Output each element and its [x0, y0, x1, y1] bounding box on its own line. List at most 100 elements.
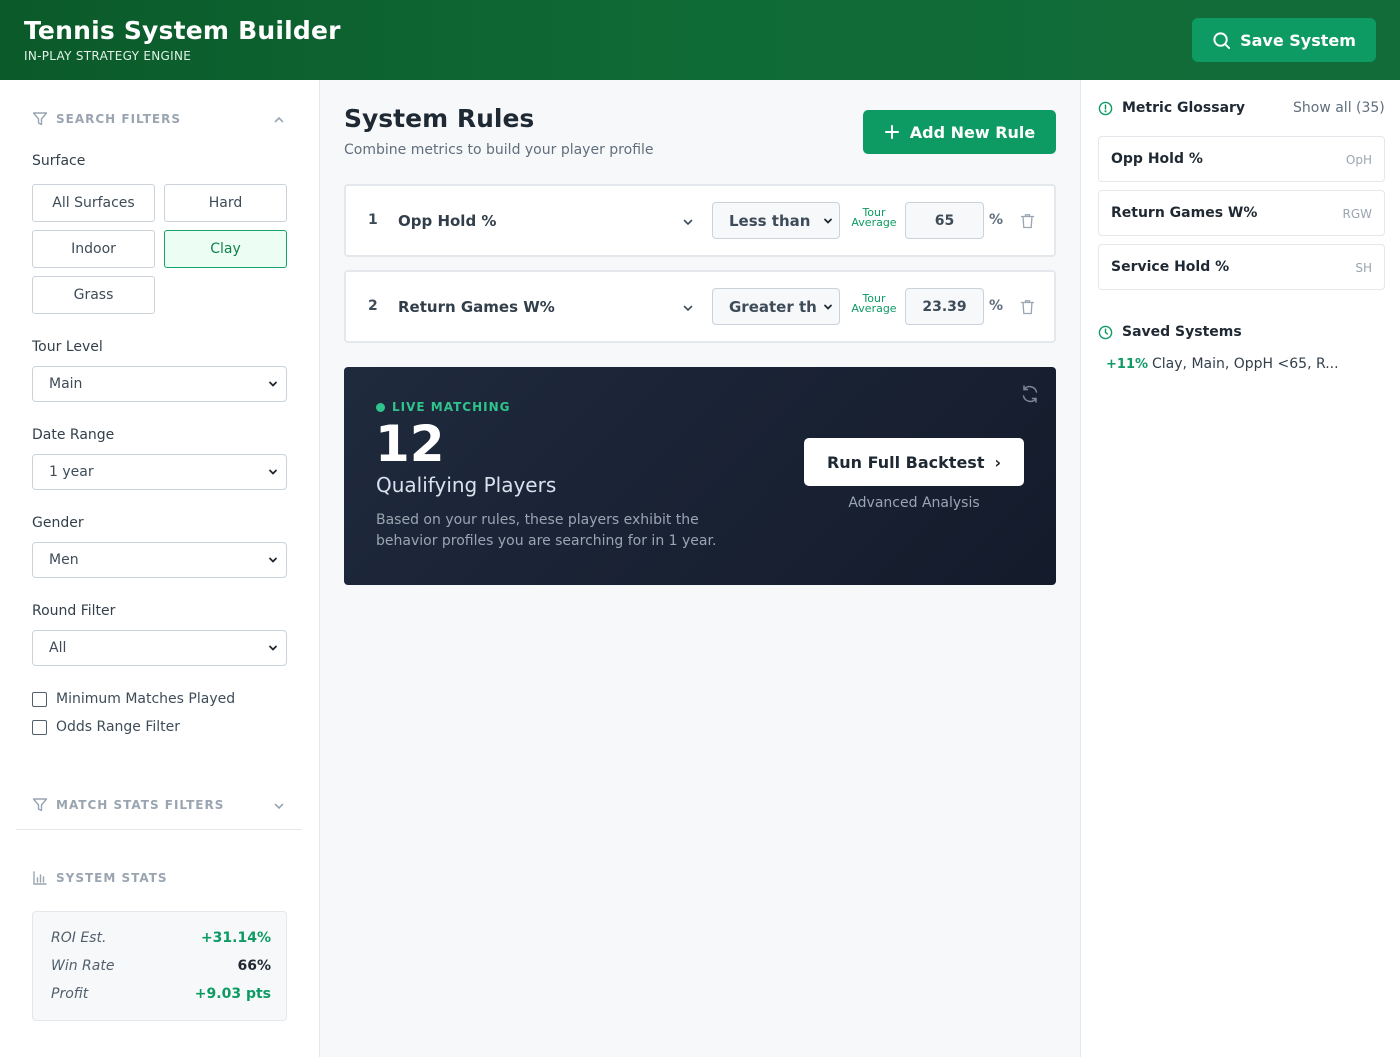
tour-level-value: Main	[49, 376, 83, 392]
advanced-analysis-label: Advanced Analysis	[848, 495, 980, 511]
search-filters-title: SEARCH FILTERS	[56, 112, 181, 126]
rule-value-input[interactable]: 23.39	[905, 288, 984, 325]
run-full-backtest-button[interactable]: Run Full Backtest ›	[804, 438, 1024, 486]
info-icon	[1098, 101, 1113, 115]
tour-level-select[interactable]: Main	[32, 366, 287, 402]
chevron-down-icon[interactable]	[682, 216, 694, 228]
rule-value-input[interactable]: 65	[905, 202, 984, 239]
gender-value: Men	[49, 552, 79, 568]
date-range-select[interactable]: 1 year	[32, 454, 287, 490]
app-header: Tennis System Builder IN-PLAY STRATEGY E…	[0, 0, 1400, 80]
saved-system-roi: +11%	[1106, 357, 1149, 372]
rule-row: 2 Return Games W% Greater th Tour Averag…	[344, 270, 1056, 343]
saved-system-item[interactable]: +11% Clay, Main, OppH <65, R...	[1106, 356, 1339, 372]
tour-average-line2: Average	[851, 302, 897, 315]
qualifying-label: Qualifying Players	[376, 473, 557, 497]
glossary-item-name: Return Games W%	[1111, 205, 1258, 221]
round-filter-label: Round Filter	[32, 603, 116, 619]
gender-select[interactable]: Men	[32, 542, 287, 578]
trash-icon[interactable]	[1020, 213, 1035, 229]
chevron-right-icon: ›	[994, 452, 1002, 472]
chevron-down-icon	[824, 218, 832, 224]
saved-system-text: Clay, Main, OppH <65, R...	[1152, 356, 1339, 372]
rule-operator-select[interactable]: Less than	[712, 202, 840, 239]
surface-indoor-button[interactable]: Indoor	[32, 230, 155, 268]
chevron-down-icon	[269, 645, 277, 651]
match-stats-filters-header[interactable]: MATCH STATS FILTERS	[32, 797, 224, 813]
system-stats-box: ROI Est. +31.14% Win Rate 66% Profit +9.…	[32, 911, 287, 1021]
rule-unit: %	[989, 212, 1004, 228]
live-dot-icon	[376, 402, 385, 412]
stat-value: 66%	[237, 958, 271, 974]
page-subtitle: Combine metrics to build your player pro…	[344, 142, 654, 158]
tour-average-link[interactable]: Tour Average	[848, 207, 900, 229]
saved-systems-header: Saved Systems	[1098, 324, 1242, 340]
stat-label: Profit	[51, 986, 89, 1002]
surface-hard-button[interactable]: Hard	[164, 184, 287, 222]
glossary-item-abbr: OpH	[1345, 153, 1372, 167]
odds-range-checkbox[interactable]: Odds Range Filter	[32, 719, 180, 735]
checkbox-box[interactable]	[32, 691, 47, 707]
rule-operator-select[interactable]: Greater th	[712, 288, 840, 325]
run-full-backtest-label: Run Full Backtest	[826, 452, 985, 472]
chevron-down-icon	[824, 304, 832, 310]
show-all-link[interactable]: Show all (35)	[1293, 100, 1385, 116]
rule-row: 1 Opp Hold % Less than Tour Average 65 %	[344, 184, 1056, 257]
app-title: Tennis System Builder	[24, 16, 341, 45]
stat-label: Win Rate	[51, 958, 115, 974]
search-filters-header[interactable]: SEARCH FILTERS	[32, 111, 181, 127]
chevron-down-icon[interactable]	[682, 302, 694, 314]
save-system-button[interactable]: Save System	[1192, 18, 1376, 62]
glossary-item[interactable]: Opp Hold % OpH	[1098, 136, 1385, 182]
bar-chart-icon	[33, 871, 47, 885]
surface-clay-button[interactable]: Clay	[164, 230, 287, 268]
metric-glossary-title: Metric Glossary	[1122, 100, 1246, 116]
rule-number: 2	[368, 298, 378, 314]
stat-roi-row: ROI Est. +31.14%	[51, 930, 271, 946]
date-range-label: Date Range	[32, 427, 115, 443]
right-panel: Metric Glossary Show all (35) Opp Hold %…	[1080, 80, 1400, 1057]
tour-average-line2: Average	[851, 216, 897, 229]
glossary-item-abbr: SH	[1355, 261, 1372, 275]
search-icon	[1213, 31, 1231, 49]
rule-unit: %	[989, 298, 1004, 314]
live-matching-tag: LIVE MATCHING	[376, 400, 510, 414]
qualifying-count: 12	[375, 415, 445, 473]
section-divider	[16, 829, 302, 830]
trash-icon[interactable]	[1020, 299, 1035, 315]
metric-glossary-header: Metric Glossary	[1098, 100, 1245, 116]
round-filter-select[interactable]: All	[32, 630, 287, 666]
glossary-item[interactable]: Service Hold % SH	[1098, 244, 1385, 290]
tour-level-label: Tour Level	[32, 339, 103, 355]
page-title: System Rules	[344, 104, 535, 133]
tour-average-link[interactable]: Tour Average	[848, 293, 900, 315]
system-stats-header: SYSTEM STATS	[32, 870, 168, 886]
live-matching-label: LIVE MATCHING	[392, 400, 511, 414]
chevron-down-icon	[269, 469, 277, 475]
surface-grass-button[interactable]: Grass	[32, 276, 155, 314]
glossary-item[interactable]: Return Games W% RGW	[1098, 190, 1385, 236]
checkbox-box[interactable]	[32, 719, 47, 735]
refresh-icon[interactable]	[1020, 384, 1040, 404]
plus-icon	[884, 125, 899, 139]
add-new-rule-button[interactable]: Add New Rule	[863, 110, 1056, 154]
saved-systems-title: Saved Systems	[1122, 324, 1242, 340]
live-matching-card: LIVE MATCHING 12 Qualifying Players Base…	[344, 367, 1056, 585]
min-matches-checkbox[interactable]: Minimum Matches Played	[32, 691, 235, 707]
odds-range-label: Odds Range Filter	[56, 719, 181, 735]
gender-label: Gender	[32, 515, 84, 531]
chevron-down-icon[interactable]	[273, 800, 285, 812]
clock-icon	[1098, 325, 1113, 339]
chevron-down-icon	[269, 381, 277, 387]
stat-win-rate-row: Win Rate 66%	[51, 958, 271, 974]
rule-metric-select[interactable]: Return Games W%	[398, 298, 555, 316]
filter-icon	[32, 798, 48, 812]
rule-metric-select[interactable]: Opp Hold %	[398, 212, 496, 230]
surface-label: Surface	[32, 153, 86, 169]
rule-operator-value: Greater th	[729, 297, 817, 316]
save-system-label: Save System	[1240, 30, 1356, 50]
glossary-item-name: Service Hold %	[1111, 259, 1230, 275]
chevron-up-icon[interactable]	[273, 114, 285, 126]
date-range-value: 1 year	[49, 464, 94, 480]
surface-all-button[interactable]: All Surfaces	[32, 184, 155, 222]
